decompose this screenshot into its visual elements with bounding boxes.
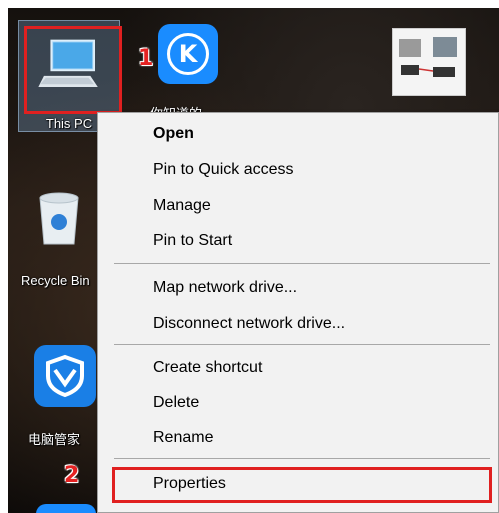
menu-item-pin-start[interactable]: Pin to Start xyxy=(98,226,498,256)
step-1-badge: 1 xyxy=(138,46,154,71)
menu-item-manage[interactable]: Manage xyxy=(98,191,498,221)
this-pc-highlight xyxy=(24,26,122,114)
menu-separator xyxy=(114,344,490,345)
shield-icon xyxy=(46,354,84,398)
menu-item-open[interactable]: Open xyxy=(98,119,498,149)
recycle-bin-icon[interactable] xyxy=(34,190,84,246)
this-pc-label: This PC xyxy=(45,116,93,131)
k-app-icon[interactable]: K xyxy=(158,24,218,84)
step-2-badge: 2 xyxy=(64,463,80,488)
properties-highlight xyxy=(112,467,492,503)
menu-separator xyxy=(114,263,490,264)
menu-item-rename[interactable]: Rename xyxy=(98,423,498,453)
pc-manager-label: 电脑管家 xyxy=(28,432,81,447)
image-file-icon[interactable] xyxy=(392,28,466,96)
trash-icon xyxy=(39,192,79,245)
menu-item-disconnect-network-drive[interactable]: Disconnect network drive... xyxy=(98,309,498,339)
menu-item-create-shortcut[interactable]: Create shortcut xyxy=(98,353,498,383)
pc-manager-icon[interactable] xyxy=(34,345,96,407)
context-menu: Open Pin to Quick access Manage Pin to S… xyxy=(97,112,499,513)
menu-separator xyxy=(114,458,490,459)
recycle-bin-label: Recycle Bin xyxy=(21,273,90,288)
menu-item-pin-quick-access[interactable]: Pin to Quick access xyxy=(98,155,498,185)
image-thumbnail-icon xyxy=(399,37,457,77)
menu-item-map-network-drive[interactable]: Map network drive... xyxy=(98,273,498,303)
menu-item-delete[interactable]: Delete xyxy=(98,388,498,418)
k-logo-icon: K xyxy=(167,33,209,75)
